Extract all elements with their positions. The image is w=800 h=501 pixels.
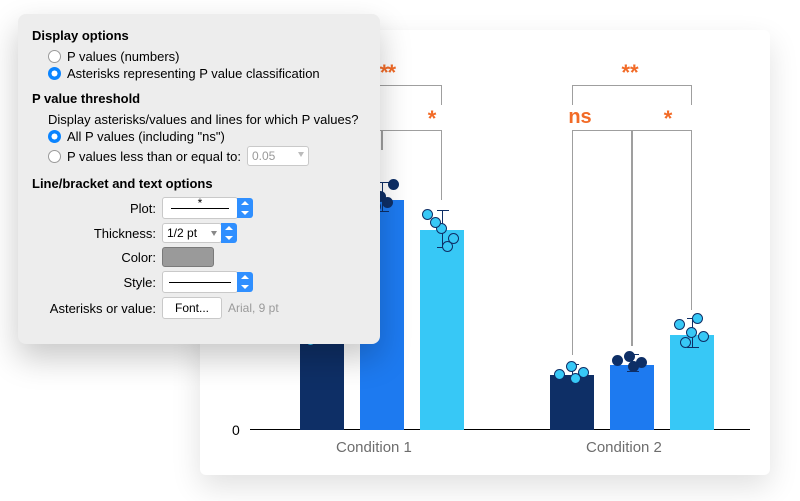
threshold-heading: P value threshold: [32, 91, 366, 106]
line-opts-heading: Line/bracket and text options: [32, 176, 366, 191]
scatter-dot: [430, 217, 441, 228]
threshold-opt-lte[interactable]: P values less than or equal to: 0.05: [48, 146, 366, 166]
scatter-dot: [628, 361, 639, 372]
bar-g2-b: [610, 365, 654, 430]
scatter-dot: [566, 361, 577, 372]
style-label: Style:: [36, 275, 162, 290]
xcat-condition-2: Condition 2: [586, 439, 662, 456]
bar-g2-c: [670, 335, 714, 430]
asterisks-label: Asterisks or value:: [36, 301, 162, 316]
thickness-label: Thickness:: [36, 226, 162, 241]
plot-label: Plot:: [36, 201, 162, 216]
scatter-dot: [388, 179, 399, 190]
thickness-stepper[interactable]: [221, 223, 237, 243]
sig-g2-ac: **: [610, 60, 650, 86]
scatter-dot: [674, 319, 685, 330]
scatter-dot: [382, 197, 393, 208]
line-style-select[interactable]: [162, 271, 238, 293]
scatter-dot: [570, 373, 581, 384]
threshold-opt-lte-label: P values less than or equal to:: [67, 149, 241, 164]
radio-icon: [48, 67, 61, 80]
options-panel: Display options P values (numbers) Aster…: [18, 14, 380, 344]
chevron-down-icon: [211, 231, 217, 236]
scatter-dot: [698, 331, 709, 342]
display-opt-asterisks[interactable]: Asterisks representing P value classific…: [48, 66, 366, 81]
plot-style-select[interactable]: [162, 197, 238, 219]
bar-g1-a: [300, 340, 344, 430]
plot-stepper[interactable]: [237, 198, 253, 218]
threshold-opt-all[interactable]: All P values (including "ns"): [48, 129, 366, 144]
radio-icon: [48, 150, 61, 163]
style-stepper[interactable]: [237, 272, 253, 292]
thickness-input[interactable]: 1/2 pt: [162, 223, 222, 243]
scatter-dot: [686, 327, 697, 338]
threshold-prompt: Display asterisks/values and lines for w…: [48, 112, 366, 127]
scatter-dot: [680, 337, 691, 348]
sig-g2-ab: ns: [560, 106, 600, 129]
display-opt-pvalues-label: P values (numbers): [67, 49, 179, 64]
radio-icon: [48, 50, 61, 63]
threshold-value-select[interactable]: 0.05: [247, 146, 309, 166]
y-zero-label: 0: [232, 422, 240, 438]
scatter-dot: [612, 355, 623, 366]
sig-g1-bc: *: [402, 106, 462, 132]
scatter-dot: [692, 313, 703, 324]
display-opt-pvalues[interactable]: P values (numbers): [48, 49, 366, 64]
bar-g1-c: [420, 230, 464, 430]
display-options-heading: Display options: [32, 28, 366, 43]
display-opt-asterisks-label: Asterisks representing P value classific…: [67, 66, 320, 81]
xcat-condition-1: Condition 1: [336, 439, 412, 456]
chevron-down-icon: [298, 152, 304, 157]
font-button[interactable]: Font...: [162, 297, 222, 319]
radio-icon: [48, 130, 61, 143]
sig-g2-bc: *: [648, 106, 688, 132]
scatter-dot: [442, 241, 453, 252]
color-label: Color:: [36, 250, 162, 265]
threshold-opt-all-label: All P values (including "ns"): [67, 129, 225, 144]
color-swatch[interactable]: [162, 247, 214, 267]
font-desc: Arial, 9 pt: [228, 301, 279, 315]
scatter-dot: [554, 369, 565, 380]
